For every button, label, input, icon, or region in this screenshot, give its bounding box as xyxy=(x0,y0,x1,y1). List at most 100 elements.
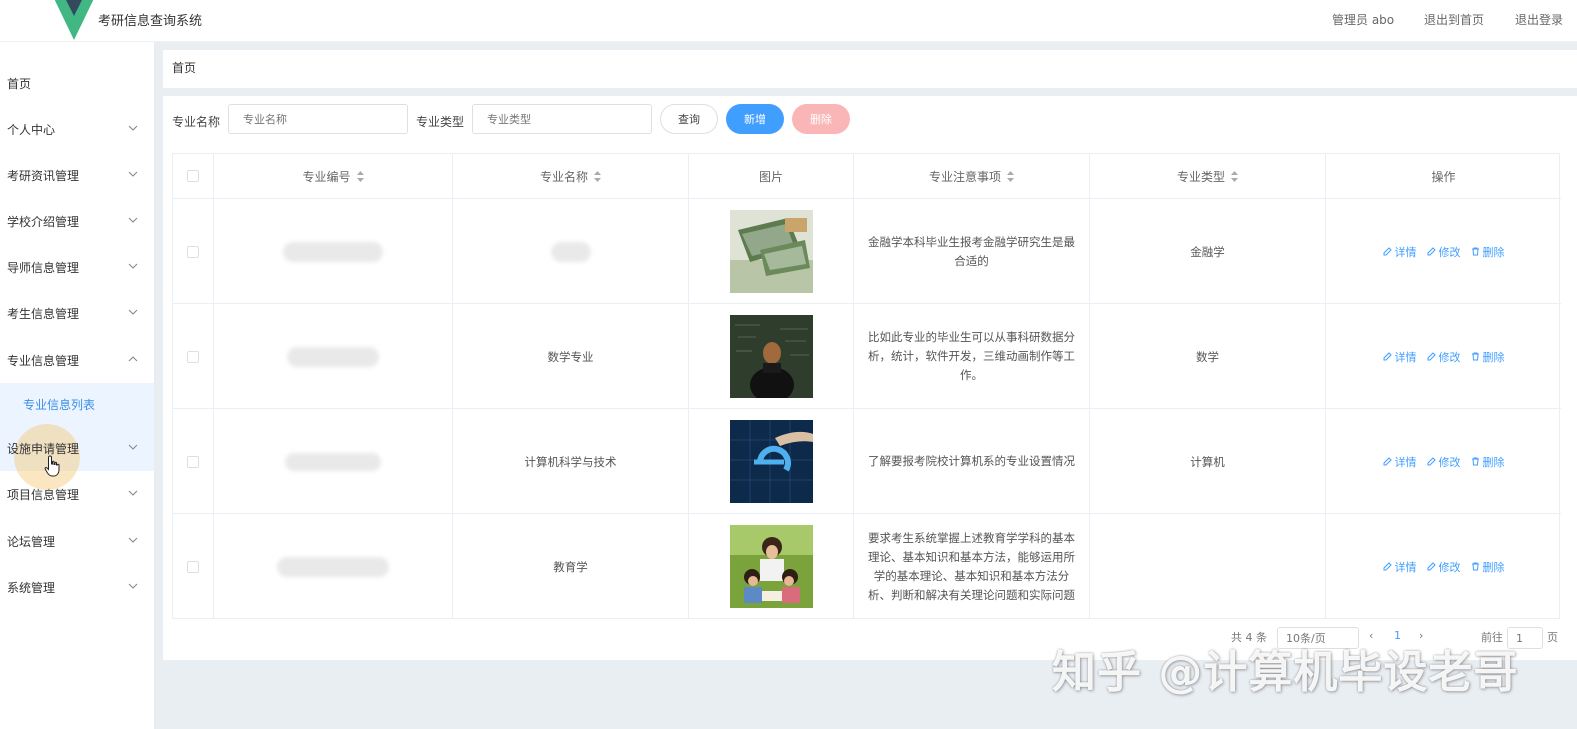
delete-button[interactable]: 删除 xyxy=(792,104,850,134)
vue-logo-icon xyxy=(54,0,94,40)
delete-row-button[interactable]: 删除 xyxy=(1471,349,1505,365)
app-title: 考研信息查询系统 xyxy=(98,14,203,29)
redacted-id xyxy=(285,452,381,471)
detail-button[interactable]: 详情 xyxy=(1383,559,1417,575)
major-type-label: 专业类型 xyxy=(416,115,465,129)
sidebar-item-majors[interactable]: 专业信息管理 xyxy=(0,337,154,383)
detail-label: 详情 xyxy=(1394,350,1417,364)
redacted-name xyxy=(550,241,591,262)
sidebar-item-label: 考研资讯管理 xyxy=(7,168,80,183)
admin-user-label: 管理员 abo xyxy=(1332,13,1395,27)
col-major-notes[interactable]: 专业注意事项 xyxy=(854,154,1090,199)
content-panel: 专业名称 专业类型 查询 新增 删除 专业编号 专业名称 图片 专业注意事项 专… xyxy=(163,96,1577,660)
row-checkbox[interactable] xyxy=(187,350,199,363)
edit-icon xyxy=(1383,352,1392,361)
major-type-cell: 计算机 xyxy=(1090,409,1326,514)
edit-label: 修改 xyxy=(1438,455,1461,469)
edit-button[interactable]: 修改 xyxy=(1427,349,1461,365)
edit-icon xyxy=(1383,562,1392,571)
column-header: 专业名称 xyxy=(539,169,588,184)
image-cell xyxy=(689,199,854,304)
hand-cursor-icon xyxy=(44,455,60,477)
major-type-cell xyxy=(1090,514,1326,619)
chevron-down-icon xyxy=(128,171,138,177)
row-select-cell xyxy=(173,304,214,409)
col-major-id[interactable]: 专业编号 xyxy=(214,154,453,199)
sort-icon[interactable] xyxy=(1231,170,1238,182)
sidebar-item-label: 系统管理 xyxy=(7,580,56,595)
sidebar-subitem-label: 专业信息列表 xyxy=(23,397,96,412)
delete-label: 删除 xyxy=(1482,560,1505,574)
select-all-checkbox[interactable] xyxy=(187,170,199,182)
logout-link[interactable]: 退出登录 xyxy=(1515,11,1563,28)
col-major-type[interactable]: 专业类型 xyxy=(1090,154,1326,199)
delete-row-button[interactable]: 删除 xyxy=(1471,454,1505,470)
chevron-down-icon xyxy=(128,537,138,543)
chevron-down-icon xyxy=(128,583,138,589)
major-name-input[interactable] xyxy=(228,104,408,134)
ie-logo-photo xyxy=(729,420,813,503)
detail-label: 详情 xyxy=(1394,455,1417,469)
major-id-cell xyxy=(214,409,453,514)
detail-button[interactable]: 详情 xyxy=(1383,244,1417,260)
major-type-cell: 金融学 xyxy=(1090,199,1326,304)
query-button[interactable]: 查询 xyxy=(660,104,718,134)
major-name-cell: 教育学 xyxy=(453,514,689,619)
major-table: 专业编号 专业名称 图片 专业注意事项 专业类型 操作 金融学本科毕业生报考金融… xyxy=(172,153,1561,619)
delete-label: 删除 xyxy=(1482,455,1505,469)
chevron-down-icon xyxy=(128,490,138,496)
sidebar-item-forum[interactable]: 论坛管理 xyxy=(0,518,154,564)
row-checkbox[interactable] xyxy=(187,560,199,573)
col-major-name[interactable]: 专业名称 xyxy=(453,154,689,199)
edit-button[interactable]: 修改 xyxy=(1427,454,1461,470)
sidebar-item-schools[interactable]: 学校介绍管理 xyxy=(0,198,154,244)
actions-cell: 详情 修改 删除 xyxy=(1326,514,1561,619)
detail-button[interactable]: 详情 xyxy=(1383,454,1417,470)
col-actions: 操作 xyxy=(1326,154,1561,199)
major-type-input[interactable] xyxy=(472,104,652,134)
major-note-cell: 金融学本科毕业生报考金融学研究生是最合适的 xyxy=(854,199,1090,304)
detail-button[interactable]: 详情 xyxy=(1383,349,1417,365)
row-checkbox[interactable] xyxy=(187,245,199,258)
trash-icon xyxy=(1471,352,1479,361)
add-button[interactable]: 新增 xyxy=(726,104,784,134)
mother-children-photo xyxy=(729,525,813,608)
major-note-cell: 了解要报考院校计算机系的专业设置情况 xyxy=(854,409,1090,514)
breadcrumb[interactable]: 首页 xyxy=(172,59,196,76)
edit-icon xyxy=(1427,457,1436,466)
edit-label: 修改 xyxy=(1438,350,1461,364)
sidebar-subitem-major-list[interactable]: 专业信息列表 xyxy=(0,383,154,425)
table-row: 金融学本科毕业生报考金融学研究生是最合适的 金融学 详情 修改 删除 xyxy=(173,199,1561,304)
page-suffix-label: 页 xyxy=(1547,631,1558,644)
sidebar-item-system[interactable]: 系统管理 xyxy=(0,564,154,610)
sidebar-item-home[interactable]: 首页 xyxy=(0,60,154,106)
major-name-cell: 计算机科学与技术 xyxy=(453,409,689,514)
edit-button[interactable]: 修改 xyxy=(1427,559,1461,575)
sort-icon[interactable] xyxy=(1007,170,1014,182)
sidebar-item-tutors[interactable]: 导师信息管理 xyxy=(0,244,154,290)
back-to-home-link[interactable]: 退出到首页 xyxy=(1424,11,1484,28)
delete-row-button[interactable]: 删除 xyxy=(1471,244,1505,260)
sidebar-item-students[interactable]: 考生信息管理 xyxy=(0,290,154,336)
major-name-cell: 数学专业 xyxy=(453,304,689,409)
edit-icon xyxy=(1383,457,1392,466)
actions-cell: 详情 修改 删除 xyxy=(1326,199,1561,304)
major-id-cell xyxy=(214,304,453,409)
trash-icon xyxy=(1471,247,1479,256)
chevron-down-icon xyxy=(128,309,138,315)
breadcrumb-bar: 首页 xyxy=(163,50,1577,88)
sidebar-item-profile[interactable]: 个人中心 xyxy=(0,106,154,152)
sort-icon[interactable] xyxy=(594,170,601,182)
sidebar-item-news[interactable]: 考研资讯管理 xyxy=(0,152,154,198)
edit-button[interactable]: 修改 xyxy=(1427,244,1461,260)
column-header: 操作 xyxy=(1431,169,1456,184)
image-cell xyxy=(689,409,854,514)
redacted-id xyxy=(283,241,383,262)
table-row: 教育学 要求考生系统掌握上述教育学学科的基本理论、基本知识和基本方法，能够运用所… xyxy=(173,514,1561,619)
row-checkbox[interactable] xyxy=(187,455,199,468)
delete-row-button[interactable]: 删除 xyxy=(1471,559,1505,575)
trash-icon xyxy=(1471,562,1479,571)
detail-label: 详情 xyxy=(1394,560,1417,574)
sort-icon[interactable] xyxy=(356,170,364,182)
edit-icon xyxy=(1427,352,1436,361)
